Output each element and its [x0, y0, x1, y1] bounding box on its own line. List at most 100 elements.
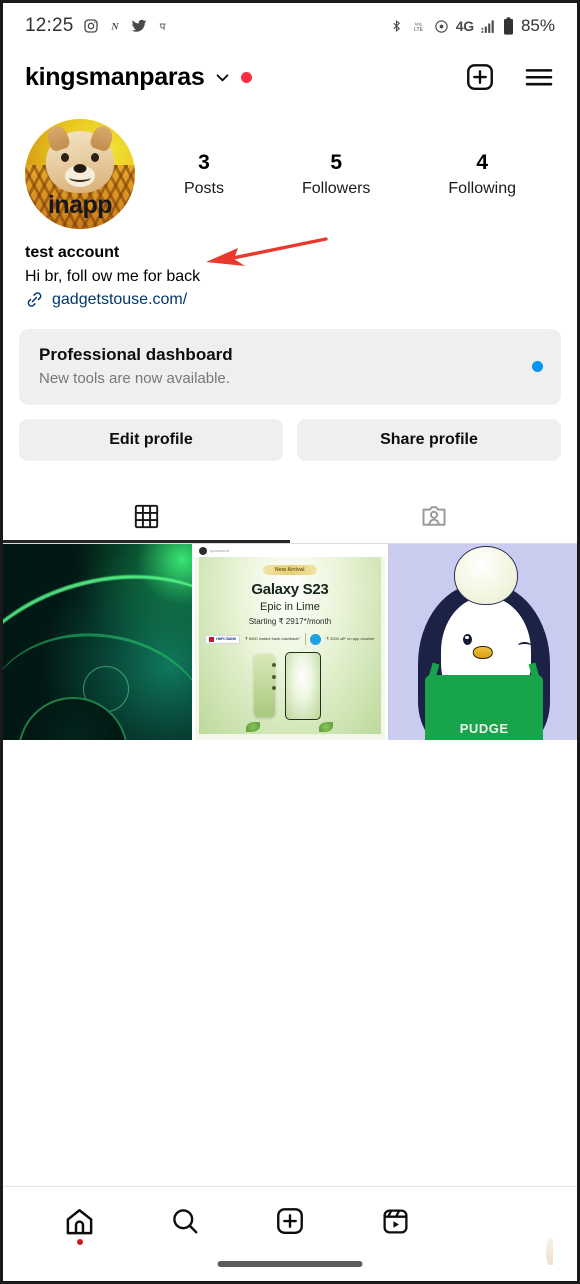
- posts-count: 3: [198, 151, 210, 175]
- dashboard-subtitle: New tools are now available.: [39, 370, 230, 387]
- stat-following[interactable]: 4 Following: [448, 150, 516, 197]
- svg-text:N: N: [110, 22, 119, 33]
- penguin-apron: PUDGE: [425, 675, 543, 740]
- profile-header: kingsmanparas: [3, 49, 577, 105]
- profile-avatar[interactable]: inapp: [25, 119, 135, 229]
- nav-search[interactable]: [132, 1206, 237, 1236]
- share-profile-button[interactable]: Share profile: [297, 419, 561, 461]
- doge-nose: [73, 164, 87, 174]
- home-icon: [66, 1208, 93, 1234]
- dashboard-title: Professional dashboard: [39, 345, 233, 364]
- twitter-icon: [131, 19, 146, 32]
- following-label: Following: [448, 179, 516, 197]
- bio-link[interactable]: gadgetstouse.com/: [52, 291, 187, 309]
- dashboard-notification-dot: [532, 360, 543, 372]
- phonepe-icon: प: [159, 22, 165, 33]
- posts-grid: sponsored New Arrival Galaxy S23 Epic in…: [3, 544, 577, 740]
- plus-square-icon[interactable]: [465, 62, 495, 92]
- nav-home[interactable]: [27, 1206, 132, 1245]
- bank-square-icon: [209, 636, 215, 642]
- ad-body: New Arrival Galaxy S23 Epic in Lime Star…: [199, 557, 381, 734]
- profile-stats: 3 Posts 5 Followers 4 Following: [135, 150, 555, 197]
- status-bar-left: 12:25 N प: [25, 15, 169, 37]
- doge-eye-left: [61, 153, 69, 163]
- ad-title: Galaxy S23: [251, 581, 329, 598]
- volte-icon: VoL LTE: [414, 21, 424, 33]
- ad-offer-2: ₹ 2000 off* on app voucher: [326, 636, 375, 642]
- penguin-beak: [473, 645, 494, 659]
- phone-camera-1: [271, 662, 276, 667]
- hotspot-icon: [435, 19, 448, 33]
- stat-followers[interactable]: 5 Followers: [302, 150, 370, 197]
- profile-action-buttons: Edit profile Share profile: [3, 405, 577, 461]
- ad-post-header: sponsored: [195, 544, 385, 557]
- phone-front: [284, 652, 321, 721]
- avatar-overlay-text: inapp: [47, 191, 113, 219]
- professional-dashboard-card[interactable]: Professional dashboard New tools are now…: [19, 329, 561, 405]
- battery-icon: [503, 17, 513, 35]
- ad-phone-images: [199, 649, 380, 734]
- leaf-left: [246, 722, 261, 733]
- status-bar-right: VoL LTE 4G 85%: [390, 16, 555, 36]
- dashboard-texts: Professional dashboard New tools are now…: [39, 345, 233, 387]
- hamburger-menu-icon[interactable]: [523, 61, 555, 93]
- post-pudgy-penguin[interactable]: PUDGE: [387, 544, 577, 740]
- status-time: 12:25: [25, 15, 74, 36]
- tagged-person-icon: [422, 506, 445, 526]
- profile-summary: inapp 3 Posts 5 Followers 4 Following: [3, 105, 577, 229]
- apron-label: PUDGE: [459, 721, 509, 736]
- gesture-navigation-bar[interactable]: [217, 1261, 363, 1267]
- grid-icon: [134, 504, 159, 528]
- ad-badge: New Arrival: [263, 565, 317, 575]
- svg-text:प: प: [159, 22, 165, 33]
- ad-price: Starting ₹ 2917*/month: [248, 617, 332, 626]
- bluetooth-icon: [393, 19, 400, 33]
- reels-icon: [383, 1208, 408, 1234]
- following-count: 4: [476, 151, 489, 175]
- ad-offer-1: ₹ 5000 instant bank cashback*: [245, 636, 300, 642]
- header-username[interactable]: kingsmanparas: [25, 63, 205, 92]
- ad-author-avatar: [199, 546, 208, 555]
- profile-avatar-icon: [546, 1239, 554, 1265]
- nav-create[interactable]: [237, 1206, 342, 1236]
- doge-ear-left: [44, 123, 72, 153]
- penguin-egg-hat: [453, 545, 519, 605]
- doge-ear-right: [88, 123, 116, 153]
- ad-offer-separator: [304, 633, 306, 645]
- plus-square-icon: [277, 1208, 303, 1234]
- battery-percent: 85%: [520, 16, 555, 35]
- phone-camera-2: [271, 674, 276, 679]
- status-bar: 12:25 N प VoL LTE 4G 85%: [3, 3, 577, 49]
- leaf-right: [318, 722, 333, 733]
- edit-profile-button[interactable]: Edit profile: [19, 419, 283, 461]
- ad-subtitle: Epic in Lime: [259, 601, 320, 613]
- tab-tagged[interactable]: [290, 489, 577, 543]
- svg-text:VoL: VoL: [414, 21, 422, 26]
- chevron-down-icon[interactable]: [214, 69, 231, 86]
- signal-bars-icon: [481, 20, 494, 33]
- bank-name: HDFC BANK: [216, 637, 237, 641]
- new-account-dot: [240, 71, 252, 83]
- ad-bank-logo: HDFC BANK: [205, 634, 241, 644]
- tab-grid[interactable]: [3, 489, 290, 543]
- ad-offers: HDFC BANK ₹ 5000 instant bank cashback* …: [205, 633, 375, 645]
- svg-text:LTE: LTE: [414, 27, 424, 33]
- bottom-nav-items: [3, 1187, 577, 1265]
- home-notification-dot: [76, 1238, 83, 1245]
- stat-posts[interactable]: 3 Posts: [184, 150, 224, 197]
- post-abstract-green[interactable]: [3, 544, 193, 740]
- avatar-doge-face: [44, 123, 116, 194]
- header-actions: [465, 61, 555, 93]
- app-n-icon: N: [110, 22, 119, 33]
- link-icon: [27, 292, 42, 307]
- penguin-eye-wink: [518, 642, 532, 649]
- post-galaxy-s23-ad[interactable]: sponsored New Arrival Galaxy S23 Epic in…: [195, 544, 385, 740]
- followers-label: Followers: [301, 179, 371, 197]
- ad-voucher-icon: [310, 633, 322, 645]
- search-icon: [172, 1209, 198, 1234]
- bio-link-row[interactable]: gadgetstouse.com/: [25, 290, 555, 309]
- doge-mouth: [69, 173, 91, 183]
- ad-author-handle: sponsored: [210, 548, 229, 553]
- nav-reels[interactable]: [343, 1207, 448, 1236]
- network-type: 4G: [455, 18, 474, 34]
